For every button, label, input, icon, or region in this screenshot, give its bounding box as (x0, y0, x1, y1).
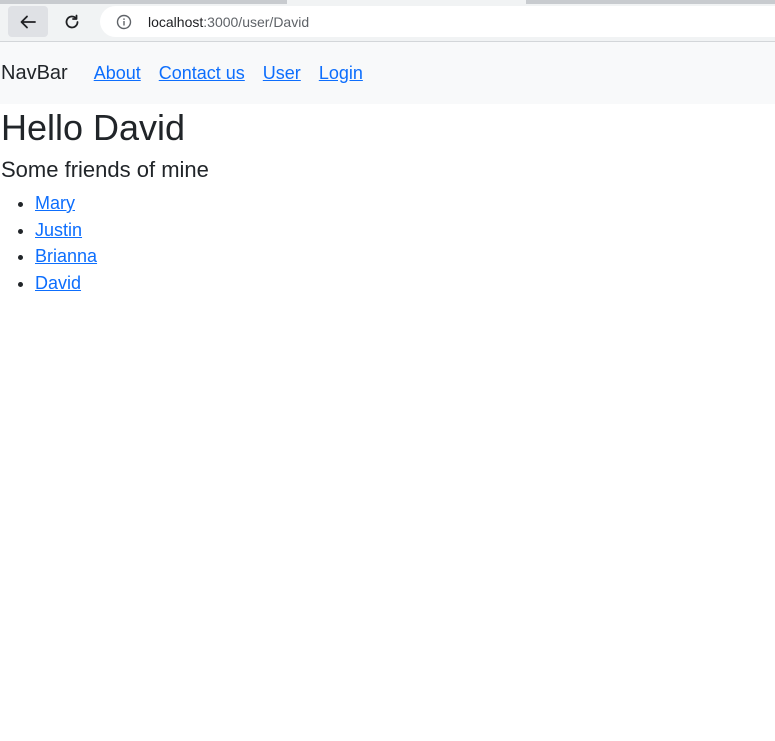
nav-link-login[interactable]: Login (319, 63, 363, 84)
list-item: David (35, 270, 775, 297)
navbar: NavBar About Contact us User Login (0, 42, 775, 104)
list-item: Mary (35, 190, 775, 217)
url-text[interactable]: localhost:3000/user/David (148, 14, 309, 30)
friend-link-david[interactable]: David (35, 273, 81, 293)
navbar-brand[interactable]: NavBar (1, 62, 68, 85)
list-item: Justin (35, 217, 775, 244)
arrow-left-icon (20, 15, 36, 28)
tab-strip (0, 0, 775, 4)
url-path: :3000/user/David (203, 13, 310, 30)
friend-link-mary[interactable]: Mary (35, 193, 75, 213)
friends-heading: Some friends of mine (1, 157, 209, 182)
friend-link-justin[interactable]: Justin (35, 220, 82, 240)
tab-indicator[interactable] (526, 0, 775, 4)
address-bar[interactable]: localhost:3000/user/David (100, 6, 775, 37)
nav-link-contact[interactable]: Contact us (159, 63, 245, 84)
nav-link-user[interactable]: User (263, 63, 301, 84)
reload-icon (65, 14, 79, 28)
friend-link-brianna[interactable]: Brianna (35, 246, 97, 266)
url-host: localhost (148, 13, 204, 30)
nav-link-about[interactable]: About (94, 63, 141, 84)
tab-indicator[interactable] (0, 0, 287, 4)
reload-button[interactable] (52, 6, 92, 37)
back-button[interactable] (8, 6, 48, 37)
browser-toolbar: localhost:3000/user/David (0, 0, 775, 42)
info-icon[interactable] (116, 14, 132, 30)
list-item: Brianna (35, 243, 775, 270)
main-content: Hello David Some friends of mine Mary Ju… (0, 106, 775, 296)
friends-list: Mary Justin Brianna David (1, 190, 775, 296)
page-title: Hello David (1, 107, 186, 148)
